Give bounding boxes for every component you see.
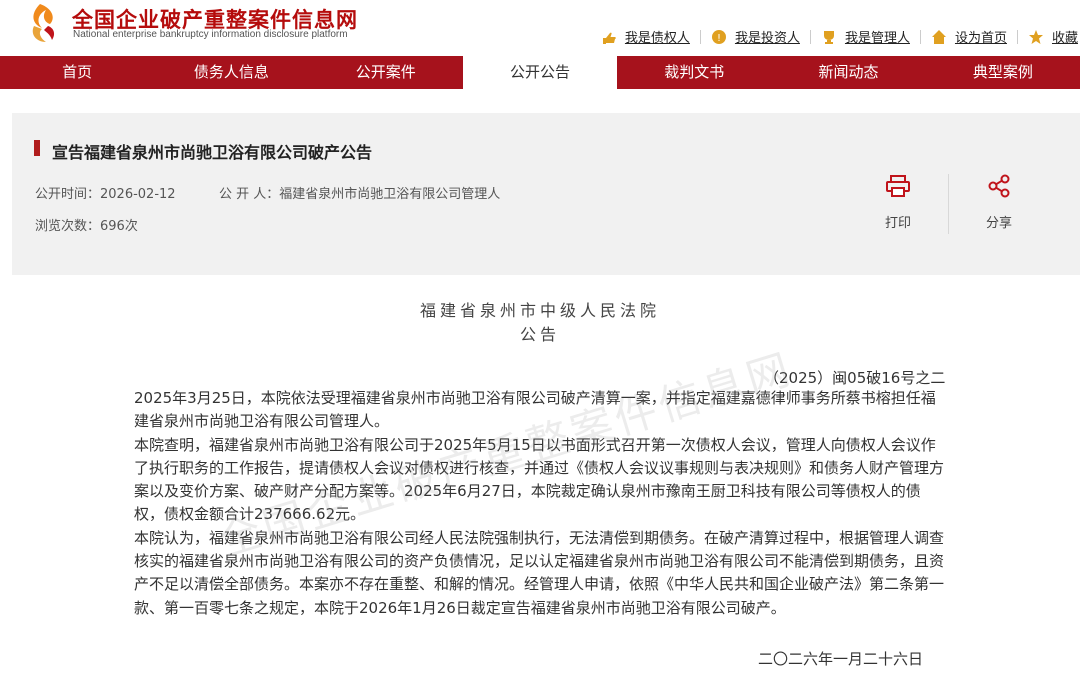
link-favorite[interactable]: 收藏 (1028, 27, 1078, 46)
nav-debtor-info[interactable]: 债务人信息 (154, 56, 308, 89)
print-label: 打印 (884, 216, 911, 231)
main-nav: 首页 债务人信息 公开案件 公开公告 裁判文书 新闻动态 典型案例 (0, 56, 1080, 89)
link-creditor[interactable]: 我是债权人 (601, 27, 690, 46)
link-set-homepage[interactable]: 设为首页 (931, 27, 1007, 46)
coin-icon: ! (711, 29, 726, 44)
view-count: 浏览次数：696次 (35, 219, 138, 234)
print-button[interactable]: 打印 (863, 174, 933, 231)
link-investor[interactable]: ! 我是投资人 (711, 27, 800, 46)
nav-home[interactable]: 首页 (0, 56, 154, 89)
case-number: （2025）闽05破16号之二 (764, 369, 946, 387)
hand-icon (602, 32, 616, 44)
link-manager-label: 我是管理人 (844, 31, 910, 46)
title-accent-bar (34, 140, 40, 156)
document-text: 2025年3月25日，本院依法受理福建省泉州市尚驰卫浴有限公司破产清算一案，并指… (134, 387, 946, 620)
document-date: 二〇二六年一月二十六日 (758, 650, 924, 668)
site-subtitle: National enterprise bankruptcy informati… (73, 29, 348, 40)
link-favorite-label: 收藏 (1051, 31, 1078, 46)
top-links: 我是债权人 ! 我是投资人 我是管理人 设为首页 收藏 (601, 27, 1078, 46)
share-label: 分享 (985, 216, 1012, 231)
page-title: 宣告福建省泉州市尚驰卫浴有限公司破产公告 (52, 143, 373, 162)
paragraph: 2025年3月25日，本院依法受理福建省泉州市尚驰卫浴有限公司破产清算一案，并指… (134, 389, 936, 431)
site-logo-icon[interactable] (26, 2, 60, 44)
document-type: 公告 (519, 325, 560, 344)
nav-typical-cases[interactable]: 典型案例 (926, 56, 1080, 89)
nav-public-announcements[interactable]: 公开公告 (462, 56, 618, 89)
link-manager[interactable]: 我是管理人 (821, 27, 910, 46)
nav-judgments[interactable]: 裁判文书 (617, 56, 771, 89)
trophy-icon (823, 30, 834, 44)
link-divider (809, 29, 811, 44)
link-divider (919, 29, 921, 44)
court-name: 福建省泉州市中级人民法院 (419, 301, 660, 320)
nav-news[interactable]: 新闻动态 (771, 56, 925, 89)
star-icon (1028, 29, 1043, 44)
publish-time: 公开时间：2026-02-12 (35, 187, 176, 202)
link-divider (699, 29, 701, 44)
site-header: 全国企业破产重整案件信息网 National enterprise bankru… (0, 0, 1080, 56)
nav-public-cases[interactable]: 公开案件 (309, 56, 463, 89)
svg-text:!: ! (717, 33, 721, 44)
printer-icon (886, 175, 910, 197)
link-investor-label: 我是投资人 (734, 31, 800, 46)
paragraph: 本院查明，福建省泉州市尚驰卫浴有限公司于2025年5月15日以书面形式召开第一次… (134, 435, 945, 524)
home-icon (931, 29, 946, 44)
share-icon (988, 174, 1010, 198)
link-creditor-label: 我是债权人 (624, 31, 690, 46)
paragraph: 本院认为，福建省泉州市尚驰卫浴有限公司经人民法院强制执行，无法清偿到期债务。在破… (134, 528, 945, 617)
share-button[interactable]: 分享 (964, 174, 1034, 231)
link-divider (1016, 29, 1018, 44)
publisher: 公 开 人：福建省泉州市尚驰卫浴有限公司管理人 (219, 187, 501, 202)
link-set-homepage-label: 设为首页 (954, 31, 1007, 46)
action-divider (948, 174, 949, 234)
